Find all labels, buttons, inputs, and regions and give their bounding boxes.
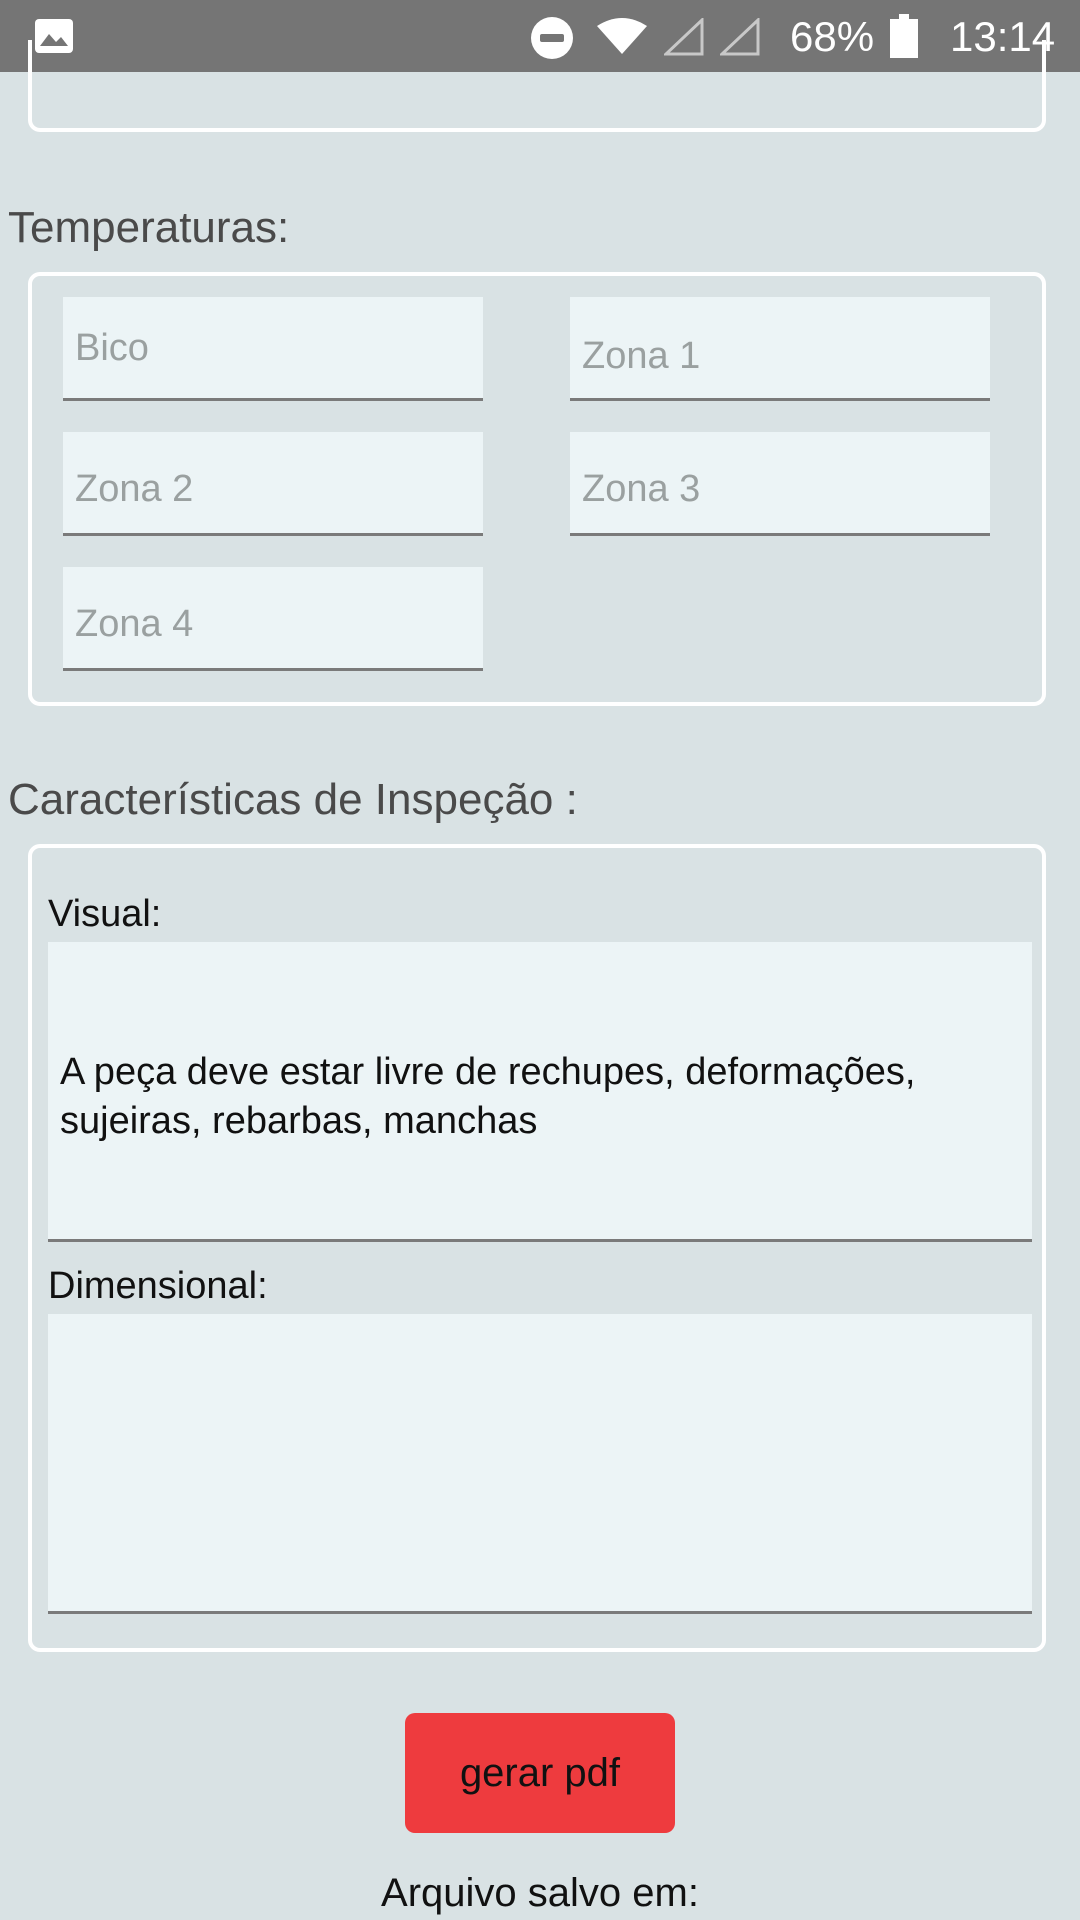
zona-3-input[interactable]: Zona 3 — [570, 432, 990, 536]
temperatures-title: Temperaturas: — [8, 203, 290, 252]
visual-label: Visual: — [48, 893, 162, 935]
zona-4-input[interactable]: Zona 4 — [63, 567, 483, 671]
zona-2-placeholder: Zona 2 — [75, 468, 194, 510]
visual-textarea[interactable]: A peça deve estar livre de rechupes, def… — [48, 942, 1032, 1242]
zona-1-input[interactable]: Zona 1 — [570, 297, 990, 401]
bico-placeholder: Bico — [75, 327, 149, 369]
saved-file-text: Arquivo salvo em: — [381, 1871, 699, 1915]
previous-section-card — [28, 40, 1046, 132]
zona-1-placeholder: Zona 1 — [582, 335, 701, 377]
generate-pdf-button[interactable]: gerar pdf — [405, 1713, 675, 1833]
dimensional-textarea[interactable] — [48, 1314, 1032, 1614]
zona-3-placeholder: Zona 3 — [582, 468, 701, 510]
zona-4-placeholder: Zona 4 — [75, 603, 194, 645]
bico-input[interactable]: Bico — [63, 297, 483, 401]
inspection-title: Características de Inspeção : — [8, 775, 578, 824]
dimensional-label: Dimensional: — [48, 1265, 268, 1307]
zona-2-input[interactable]: Zona 2 — [63, 432, 483, 536]
visual-text: A peça deve estar livre de rechupes, def… — [60, 1051, 916, 1142]
